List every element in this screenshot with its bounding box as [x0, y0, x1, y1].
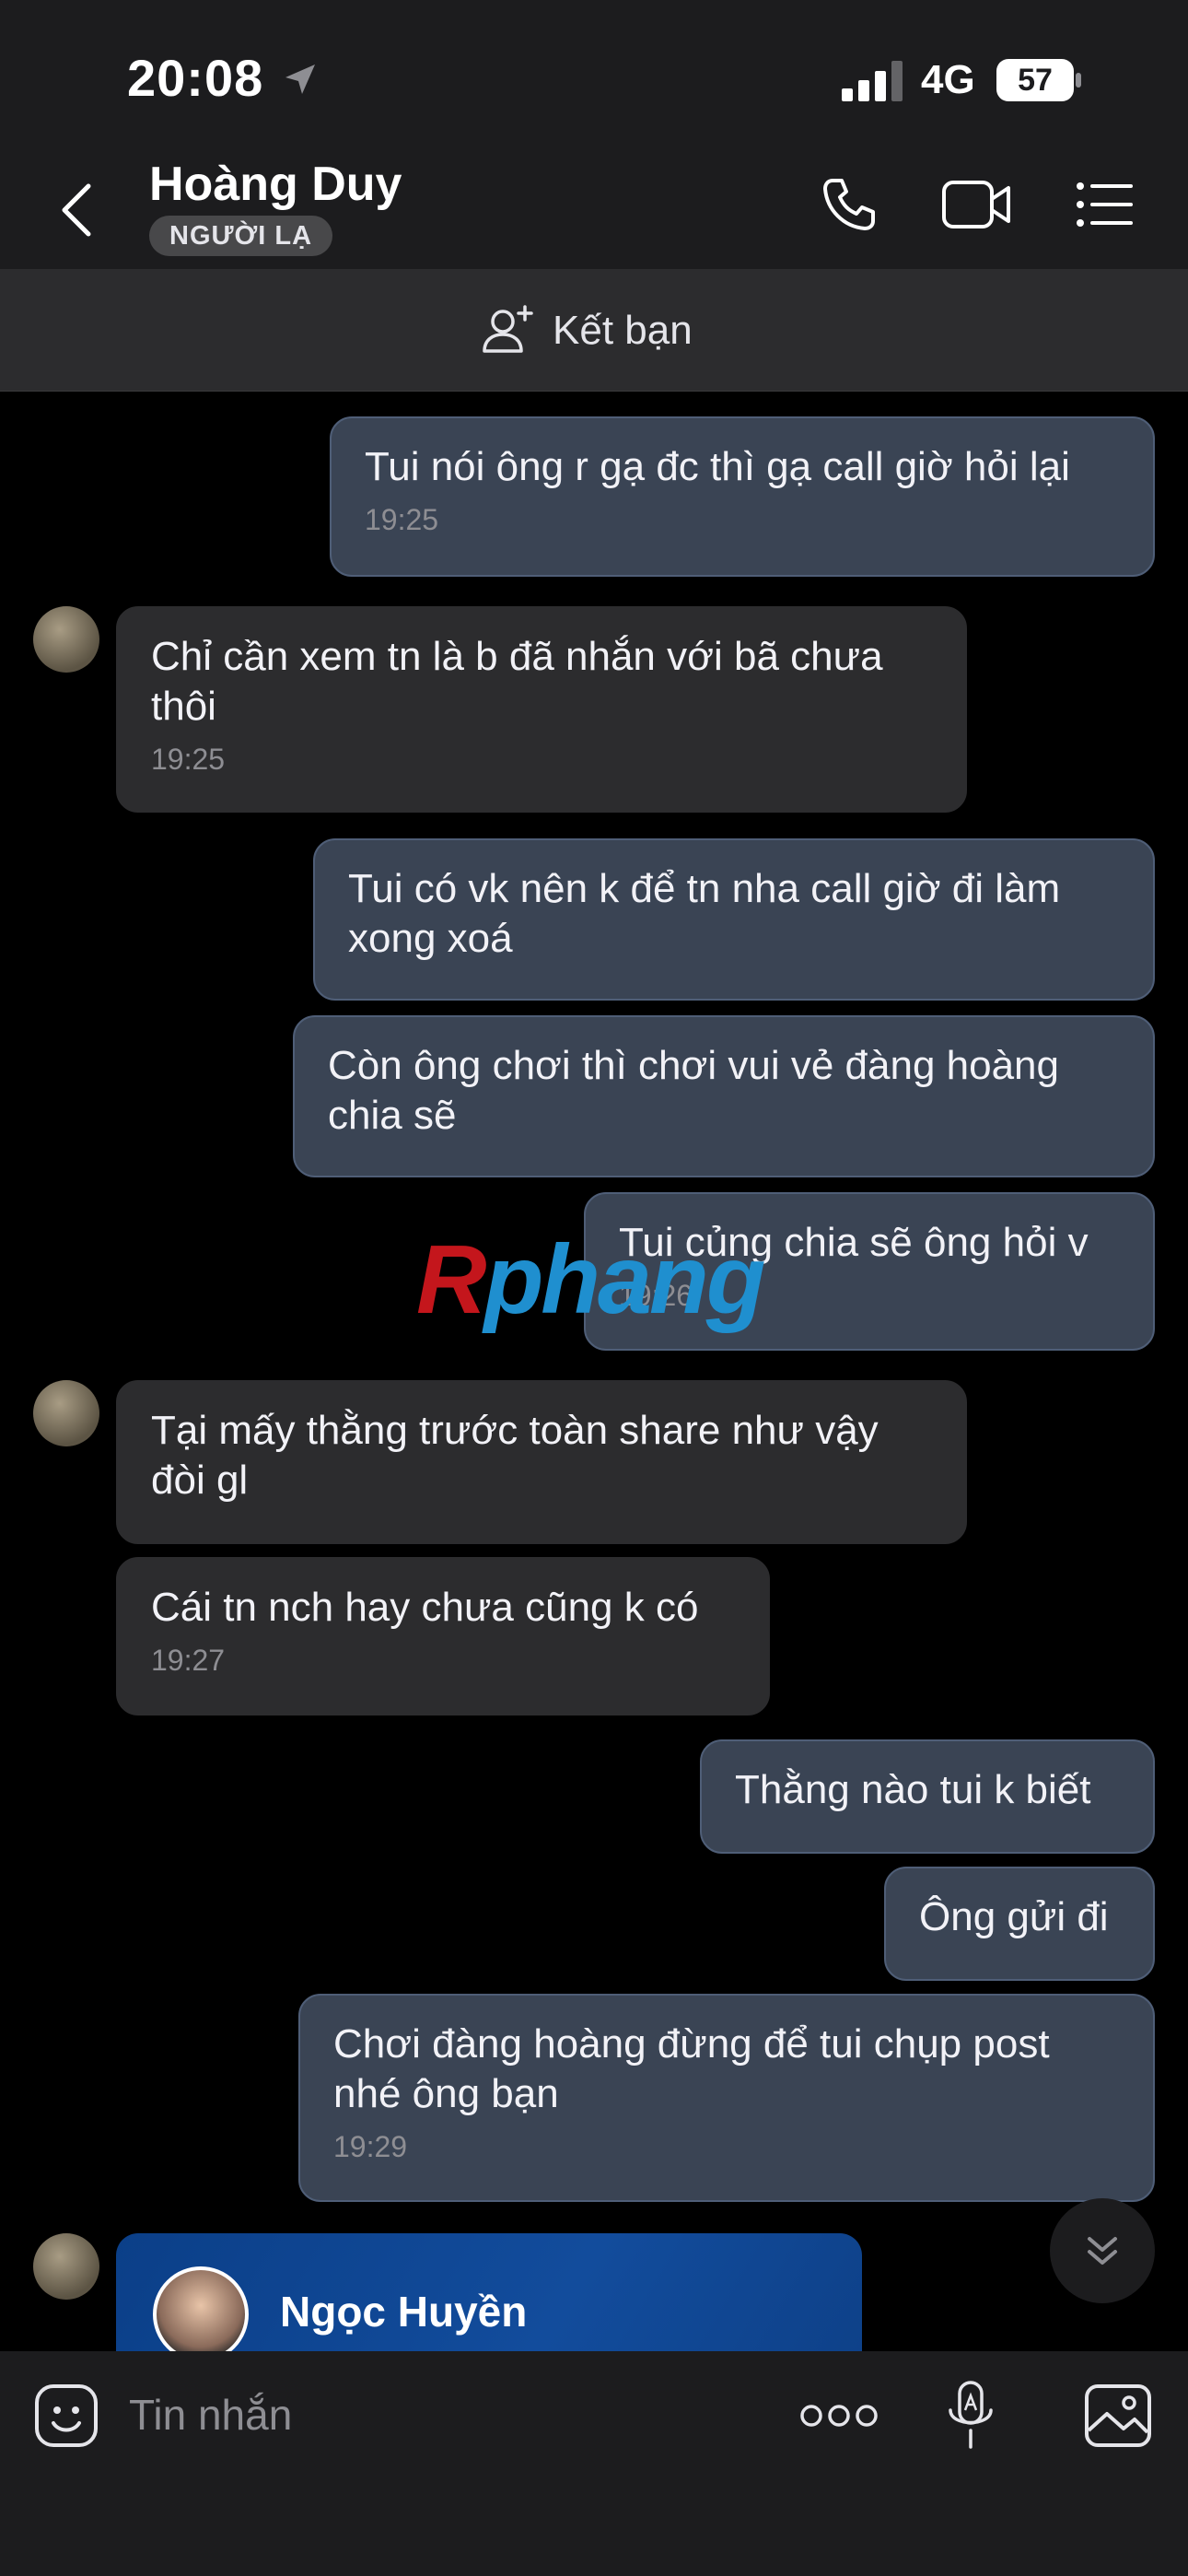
- watermark: Rphang: [416, 1231, 766, 1329]
- message-text: Tui nói ông r gạ đc thì gạ call giờ hỏi …: [365, 444, 1070, 489]
- network-type: 4G: [921, 57, 975, 102]
- message-text: Tui có vk nên k để tn nha call giờ đi là…: [348, 866, 1061, 961]
- scroll-to-bottom-button[interactable]: [1050, 2198, 1155, 2303]
- card-avatar: [153, 2266, 249, 2353]
- contact-card[interactable]: Ngọc Huyền: [116, 2233, 862, 2353]
- message-bubble[interactable]: Tui có vk nên k để tn nha call giờ đi là…: [313, 838, 1155, 1001]
- battery-level: 57: [1018, 63, 1053, 98]
- watermark-letter: R: [416, 1225, 487, 1334]
- add-friend-bar: Kết bạn: [0, 269, 1188, 392]
- message-text: Chỉ cần xem tn là b đã nhắn với bã chưa …: [151, 634, 883, 729]
- message-input-bar: Tin nhắn: [0, 2351, 1188, 2576]
- message-bubble[interactable]: Tại mấy thằng trước toàn share như vậy đ…: [116, 1380, 967, 1544]
- location-arrow-icon: [285, 64, 315, 94]
- message-text: Thằng nào tui k biết: [735, 1767, 1091, 1812]
- message-bubble[interactable]: Ông gửi đi: [884, 1867, 1155, 1981]
- message-text: Ông gửi đi: [919, 1894, 1109, 1939]
- message-bubble[interactable]: Cái tn nch hay chưa cũng k có 19:27: [116, 1557, 770, 1715]
- avatar[interactable]: [33, 606, 99, 673]
- card-name: Ngọc Huyền: [280, 2288, 528, 2336]
- sticker-icon[interactable]: [33, 2383, 99, 2449]
- voice-icon[interactable]: [943, 2379, 998, 2453]
- message-bubble[interactable]: Tui nói ông r gạ đc thì gạ call giờ hỏi …: [330, 416, 1155, 577]
- top-bar: 20:08 4G 57 Hoàng Duy NGƯỜI LẠ: [0, 0, 1188, 269]
- message-bubble[interactable]: Còn ông chơi thì chơi vui vẻ đàng hoàng …: [293, 1015, 1155, 1177]
- image-icon[interactable]: [1083, 2383, 1153, 2449]
- message-text: Cái tn nch hay chưa cũng k có: [151, 1585, 699, 1630]
- add-friend-label: Kết bạn: [553, 308, 693, 353]
- message-bubble[interactable]: Chỉ cần xem tn là b đã nhắn với bã chưa …: [116, 606, 967, 813]
- message-time: 19:29: [333, 2130, 408, 2163]
- message-text: Còn ông chơi thì chơi vui vẻ đàng hoàng …: [328, 1043, 1059, 1138]
- menu-list-icon[interactable]: [1076, 175, 1135, 234]
- signal-icon: [842, 61, 903, 101]
- contact-name[interactable]: Hoàng Duy: [149, 157, 402, 212]
- message-time: 19:25: [151, 743, 226, 776]
- add-friend-icon: [483, 305, 533, 353]
- status-time: 20:08: [127, 49, 264, 107]
- stranger-badge: NGƯỜI LẠ: [149, 216, 333, 256]
- video-call-icon[interactable]: [941, 175, 1011, 234]
- message-time: 19:27: [151, 1644, 226, 1677]
- add-friend-button[interactable]: Kết bạn: [481, 299, 693, 363]
- watermark-text: phang: [483, 1225, 766, 1334]
- avatar[interactable]: [33, 2233, 99, 2300]
- phone-icon[interactable]: [820, 175, 879, 234]
- message-bubble[interactable]: Thằng nào tui k biết: [700, 1739, 1155, 1854]
- message-time: 19:25: [365, 503, 439, 536]
- message-input[interactable]: Tin nhắn: [129, 2390, 292, 2440]
- message-bubble[interactable]: Chơi đàng hoàng đừng để tui chụp post nh…: [298, 1994, 1155, 2202]
- more-icon[interactable]: [799, 2399, 879, 2432]
- message-text: Chơi đàng hoàng đừng để tui chụp post nh…: [333, 2021, 1050, 2116]
- double-chevron-down-icon: [1088, 2237, 1117, 2265]
- back-icon[interactable]: [55, 181, 101, 240]
- message-text: Tại mấy thằng trước toàn share như vậy đ…: [151, 1408, 879, 1503]
- avatar[interactable]: [33, 1380, 99, 1446]
